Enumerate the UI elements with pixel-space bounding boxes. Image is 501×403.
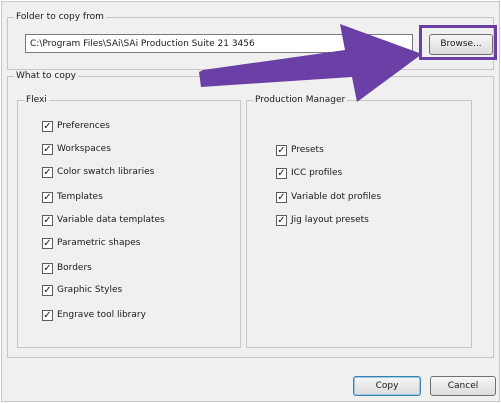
copy-settings-dialog: Folder to copy from Browse... What to co…: [1, 1, 500, 402]
production-manager-legend: Production Manager: [253, 94, 348, 106]
preferences-checkbox[interactable]: ✓: [42, 121, 53, 132]
browse-button[interactable]: Browse...: [429, 34, 493, 55]
color-swatch-libraries-label: Color swatch libraries: [57, 167, 155, 177]
presets-checkbox[interactable]: ✓: [276, 145, 287, 156]
borders-label: Borders: [57, 263, 92, 273]
preferences-label: Preferences: [57, 121, 110, 131]
jig-layout-presets-checkbox[interactable]: ✓: [276, 215, 287, 226]
parametric-shapes-checkbox[interactable]: ✓: [42, 238, 53, 249]
flexi-group-legend: Flexi: [24, 94, 49, 106]
color-swatch-libraries-checkbox[interactable]: ✓: [42, 167, 53, 178]
variable-data-templates-label: Variable data templates: [57, 215, 165, 225]
workspaces-checkbox[interactable]: ✓: [42, 144, 53, 155]
engrave-tool-library-label: Engrave tool library: [57, 310, 146, 320]
parametric-shapes-label: Parametric shapes: [57, 238, 141, 248]
graphic-styles-checkbox[interactable]: ✓: [42, 285, 53, 296]
borders-checkbox[interactable]: ✓: [42, 263, 53, 274]
folder-path-input[interactable]: [25, 34, 413, 53]
jig-layout-presets-label: Jig layout presets: [291, 215, 369, 225]
copy-button[interactable]: Copy: [353, 376, 421, 396]
variable-data-templates-checkbox[interactable]: ✓: [42, 215, 53, 226]
what-to-copy-legend: What to copy: [14, 70, 78, 82]
graphic-styles-label: Graphic Styles: [57, 285, 123, 295]
icc-profiles-label: ICC profiles: [291, 168, 343, 178]
workspaces-label: Workspaces: [57, 144, 111, 154]
cancel-button[interactable]: Cancel: [430, 376, 496, 396]
icc-profiles-checkbox[interactable]: ✓: [276, 168, 287, 179]
variable-dot-profiles-checkbox[interactable]: ✓: [276, 192, 287, 203]
templates-checkbox[interactable]: ✓: [42, 192, 53, 203]
presets-label: Presets: [291, 145, 324, 155]
engrave-tool-library-checkbox[interactable]: ✓: [42, 310, 53, 321]
variable-dot-profiles-label: Variable dot profiles: [291, 192, 382, 202]
templates-label: Templates: [57, 192, 103, 202]
folder-group-legend: Folder to copy from: [14, 11, 106, 23]
